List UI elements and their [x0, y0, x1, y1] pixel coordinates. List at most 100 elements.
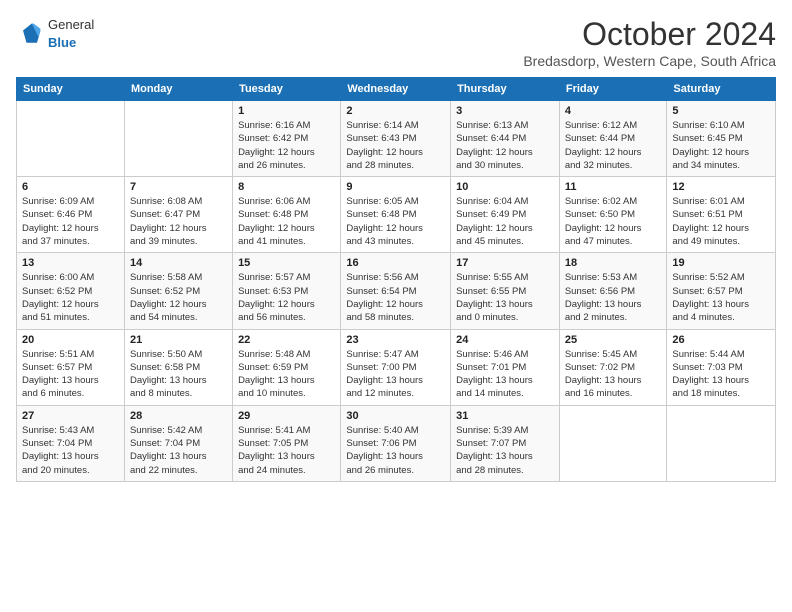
calendar-cell: 30 Sunrise: 5:40 AM Sunset: 7:06 PM Dayli… [341, 405, 451, 481]
weekday-header-saturday: Saturday [667, 78, 776, 101]
weekday-header-friday: Friday [559, 78, 667, 101]
day-info: Sunrise: 6:02 AM Sunset: 6:50 PM Dayligh… [565, 195, 662, 248]
title-block: October 2024 Bredasdorp, Western Cape, S… [523, 16, 776, 69]
month-title: October 2024 [523, 16, 776, 53]
day-number: 27 [22, 410, 119, 422]
location-title: Bredasdorp, Western Cape, South Africa [523, 53, 776, 69]
calendar-cell: 5 Sunrise: 6:10 AM Sunset: 6:45 PM Daylig… [667, 101, 776, 177]
logo-general: General [48, 17, 94, 32]
day-info: Sunrise: 5:46 AM Sunset: 7:01 PM Dayligh… [456, 348, 554, 401]
day-number: 5 [672, 105, 770, 117]
day-number: 25 [565, 334, 662, 346]
day-info: Sunrise: 5:51 AM Sunset: 6:57 PM Dayligh… [22, 348, 119, 401]
calendar-cell: 9 Sunrise: 6:05 AM Sunset: 6:48 PM Daylig… [341, 177, 451, 253]
weekday-header-thursday: Thursday [451, 78, 560, 101]
day-number: 18 [565, 257, 662, 269]
day-number: 16 [346, 257, 445, 269]
day-info: Sunrise: 5:55 AM Sunset: 6:55 PM Dayligh… [456, 271, 554, 324]
day-info: Sunrise: 5:45 AM Sunset: 7:02 PM Dayligh… [565, 348, 662, 401]
calendar-cell: 24 Sunrise: 5:46 AM Sunset: 7:01 PM Dayli… [451, 329, 560, 405]
day-info: Sunrise: 6:10 AM Sunset: 6:45 PM Dayligh… [672, 119, 770, 172]
day-info: Sunrise: 6:06 AM Sunset: 6:48 PM Dayligh… [238, 195, 335, 248]
day-number: 14 [130, 257, 227, 269]
weekday-header-monday: Monday [124, 78, 232, 101]
calendar-cell: 16 Sunrise: 5:56 AM Sunset: 6:54 PM Dayli… [341, 253, 451, 329]
weekday-header-tuesday: Tuesday [233, 78, 341, 101]
logo-icon [16, 20, 44, 48]
day-info: Sunrise: 6:08 AM Sunset: 6:47 PM Dayligh… [130, 195, 227, 248]
day-info: Sunrise: 6:14 AM Sunset: 6:43 PM Dayligh… [346, 119, 445, 172]
day-info: Sunrise: 5:39 AM Sunset: 7:07 PM Dayligh… [456, 424, 554, 477]
day-number: 30 [346, 410, 445, 422]
calendar-cell: 14 Sunrise: 5:58 AM Sunset: 6:52 PM Dayli… [124, 253, 232, 329]
calendar-cell: 10 Sunrise: 6:04 AM Sunset: 6:49 PM Dayli… [451, 177, 560, 253]
day-number: 28 [130, 410, 227, 422]
calendar-cell: 8Sunrise: 6:06 AM Sunset: 6:48 PM Daylig… [233, 177, 341, 253]
day-info: Sunrise: 5:53 AM Sunset: 6:56 PM Dayligh… [565, 271, 662, 324]
calendar-cell: 20 Sunrise: 5:51 AM Sunset: 6:57 PM Dayli… [17, 329, 125, 405]
day-number: 3 [456, 105, 554, 117]
calendar-cell: 2 Sunrise: 6:14 AM Sunset: 6:43 PM Daylig… [341, 101, 451, 177]
day-number: 11 [565, 181, 662, 193]
day-info: Sunrise: 5:43 AM Sunset: 7:04 PM Dayligh… [22, 424, 119, 477]
calendar-week-row: 27 Sunrise: 5:43 AM Sunset: 7:04 PM Dayli… [17, 405, 776, 481]
day-number: 29 [238, 410, 335, 422]
day-info: Sunrise: 5:44 AM Sunset: 7:03 PM Dayligh… [672, 348, 770, 401]
day-info: Sunrise: 6:04 AM Sunset: 6:49 PM Dayligh… [456, 195, 554, 248]
logo-blue: Blue [48, 35, 76, 50]
day-number: 1 [238, 105, 335, 117]
calendar-week-row: 1 Sunrise: 6:16 AM Sunset: 6:42 PM Daylig… [17, 101, 776, 177]
calendar-cell: 15 Sunrise: 5:57 AM Sunset: 6:53 PM Dayli… [233, 253, 341, 329]
calendar-cell: 31 Sunrise: 5:39 AM Sunset: 7:07 PM Dayli… [451, 405, 560, 481]
day-info: Sunrise: 5:52 AM Sunset: 6:57 PM Dayligh… [672, 271, 770, 324]
day-info: Sunrise: 6:16 AM Sunset: 6:42 PM Dayligh… [238, 119, 335, 172]
logo-text: General Blue [48, 16, 94, 52]
day-info: Sunrise: 5:57 AM Sunset: 6:53 PM Dayligh… [238, 271, 335, 324]
calendar-cell: 6 Sunrise: 6:09 AM Sunset: 6:46 PM Daylig… [17, 177, 125, 253]
calendar-cell: 28Sunrise: 5:42 AM Sunset: 7:04 PM Dayli… [124, 405, 232, 481]
calendar-cell: 21Sunrise: 5:50 AM Sunset: 6:58 PM Dayli… [124, 329, 232, 405]
calendar-cell: 17 Sunrise: 5:55 AM Sunset: 6:55 PM Dayli… [451, 253, 560, 329]
day-number: 31 [456, 410, 554, 422]
day-number: 22 [238, 334, 335, 346]
logo: General Blue [16, 16, 94, 52]
day-info: Sunrise: 6:12 AM Sunset: 6:44 PM Dayligh… [565, 119, 662, 172]
calendar-cell: 25 Sunrise: 5:45 AM Sunset: 7:02 PM Dayli… [559, 329, 667, 405]
day-number: 20 [22, 334, 119, 346]
day-info: Sunrise: 5:58 AM Sunset: 6:52 PM Dayligh… [130, 271, 227, 324]
calendar-cell: 1 Sunrise: 6:16 AM Sunset: 6:42 PM Daylig… [233, 101, 341, 177]
calendar-cell: 27 Sunrise: 5:43 AM Sunset: 7:04 PM Dayli… [17, 405, 125, 481]
day-number: 15 [238, 257, 335, 269]
calendar-table: SundayMondayTuesdayWednesdayThursdayFrid… [16, 77, 776, 482]
calendar-cell: 11 Sunrise: 6:02 AM Sunset: 6:50 PM Dayli… [559, 177, 667, 253]
day-info: Sunrise: 5:40 AM Sunset: 7:06 PM Dayligh… [346, 424, 445, 477]
day-number: 2 [346, 105, 445, 117]
calendar-cell: 19Sunrise: 5:52 AM Sunset: 6:57 PM Dayli… [667, 253, 776, 329]
calendar-cell [559, 405, 667, 481]
day-number: 10 [456, 181, 554, 193]
calendar-cell [124, 101, 232, 177]
day-number: 12 [672, 181, 770, 193]
day-number: 9 [346, 181, 445, 193]
day-number: 13 [22, 257, 119, 269]
day-info: Sunrise: 6:00 AM Sunset: 6:52 PM Dayligh… [22, 271, 119, 324]
day-number: 17 [456, 257, 554, 269]
calendar-week-row: 13 Sunrise: 6:00 AM Sunset: 6:52 PM Dayli… [17, 253, 776, 329]
day-number: 26 [672, 334, 770, 346]
calendar-cell: 12Sunrise: 6:01 AM Sunset: 6:51 PM Dayli… [667, 177, 776, 253]
weekday-header-sunday: Sunday [17, 78, 125, 101]
day-info: Sunrise: 5:48 AM Sunset: 6:59 PM Dayligh… [238, 348, 335, 401]
day-info: Sunrise: 6:13 AM Sunset: 6:44 PM Dayligh… [456, 119, 554, 172]
day-number: 23 [346, 334, 445, 346]
calendar-cell: 23Sunrise: 5:47 AM Sunset: 7:00 PM Dayli… [341, 329, 451, 405]
day-info: Sunrise: 5:41 AM Sunset: 7:05 PM Dayligh… [238, 424, 335, 477]
page-header: General Blue October 2024 Bredasdorp, We… [16, 16, 776, 69]
day-info: Sunrise: 5:56 AM Sunset: 6:54 PM Dayligh… [346, 271, 445, 324]
day-number: 24 [456, 334, 554, 346]
calendar-cell [667, 405, 776, 481]
day-number: 6 [22, 181, 119, 193]
calendar-cell: 22 Sunrise: 5:48 AM Sunset: 6:59 PM Dayli… [233, 329, 341, 405]
day-info: Sunrise: 6:09 AM Sunset: 6:46 PM Dayligh… [22, 195, 119, 248]
calendar-cell: 18 Sunrise: 5:53 AM Sunset: 6:56 PM Dayli… [559, 253, 667, 329]
day-info: Sunrise: 6:05 AM Sunset: 6:48 PM Dayligh… [346, 195, 445, 248]
